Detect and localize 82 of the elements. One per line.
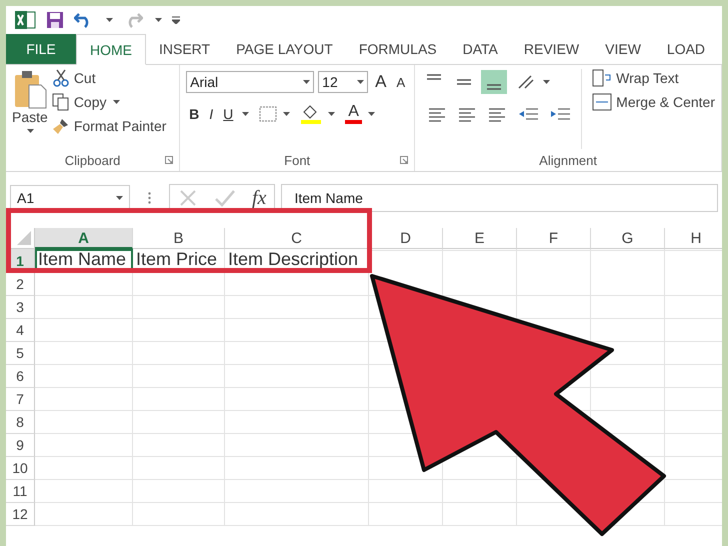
align-lines-icon (426, 74, 442, 80)
name-box[interactable]: A1 (10, 185, 130, 211)
column-header[interactable]: D (369, 228, 443, 249)
dialog-launcher-icon[interactable] (165, 156, 174, 164)
font-name-combo[interactable]: Arial (186, 71, 314, 93)
column-header[interactable]: E (443, 228, 517, 249)
ribbon-tab[interactable]: LOAD (654, 34, 718, 64)
row-header[interactable]: 8 (6, 411, 35, 434)
row-header[interactable]: 9 (6, 434, 35, 457)
save-icon[interactable] (46, 11, 64, 29)
font-color-button[interactable]: A (345, 104, 362, 124)
row-header[interactable]: 5 (6, 342, 35, 365)
caret-icon[interactable] (357, 80, 364, 84)
excel-logo-icon[interactable] (14, 10, 36, 30)
row-header[interactable]: 7 (6, 388, 35, 411)
group-label: Alignment (539, 152, 597, 168)
caret-icon[interactable] (106, 18, 113, 22)
horizontal-align-icon[interactable] (427, 106, 448, 122)
align-lines-icon (456, 79, 472, 85)
underline-button[interactable]: U (220, 106, 236, 122)
more-options-icon[interactable] (148, 192, 151, 204)
clipboard-icon (12, 69, 47, 109)
caret-icon[interactable] (116, 196, 123, 200)
bold-button[interactable]: B (186, 106, 202, 122)
row-header[interactable]: 12 (6, 503, 35, 526)
wrap-text-button[interactable]: Wrap Text (592, 69, 715, 87)
column-header[interactable]: A (35, 228, 133, 249)
group-label: Clipboard (64, 152, 120, 168)
insert-function-button[interactable]: fx (252, 186, 266, 210)
horizontal-align-icon[interactable] (487, 106, 508, 122)
caret-icon[interactable] (242, 112, 250, 116)
file-tab[interactable]: FILE (6, 34, 76, 64)
ribbon-tab[interactable]: PAGE LAYOUT (223, 34, 346, 64)
decrease-indent-icon[interactable] (517, 106, 540, 122)
shrink-font-button[interactable]: A (394, 74, 408, 90)
cut-button[interactable]: Cut (52, 69, 166, 87)
caret-icon[interactable] (368, 112, 375, 116)
fill-color-icon[interactable] (300, 104, 322, 124)
wrap-text-icon (592, 69, 612, 87)
ribbon-tab[interactable]: INSERT (146, 34, 224, 64)
column-header[interactable]: F (517, 228, 591, 249)
align-lines-icon (486, 84, 502, 90)
row-header[interactable]: 3 (6, 296, 35, 319)
caret-icon[interactable] (112, 100, 120, 104)
ribbon-tab[interactable]: FORMULAS (346, 34, 450, 64)
caret-icon[interactable] (303, 80, 310, 84)
grow-font-button[interactable]: A (372, 72, 390, 92)
italic-button[interactable]: I (206, 106, 216, 122)
brush-icon (52, 117, 70, 135)
dialog-launcher-icon[interactable] (400, 156, 408, 164)
scissors-icon (52, 69, 70, 87)
copy-icon (52, 93, 70, 111)
caret-icon[interactable] (328, 112, 336, 116)
increase-indent-icon[interactable] (549, 106, 572, 122)
row-header[interactable]: 10 (6, 457, 35, 480)
caret-icon[interactable] (27, 129, 34, 133)
ribbon-tab[interactable]: REVIEW (510, 34, 592, 64)
column-header[interactable]: G (591, 228, 665, 249)
row-header[interactable]: 4 (6, 319, 35, 342)
borders-icon[interactable] (259, 106, 278, 122)
merge-center-button[interactable]: Merge & Center (592, 93, 715, 111)
font-size-combo[interactable]: 12 (318, 71, 368, 93)
customize-toolbar-icon[interactable] (172, 16, 180, 24)
paste-button[interactable]: Paste (12, 69, 48, 125)
caret-icon[interactable] (543, 80, 550, 84)
column-header[interactable]: H (665, 228, 722, 249)
row-header[interactable]: 6 (6, 365, 35, 388)
merge-cells-icon (592, 93, 612, 111)
ribbon-tab[interactable]: HOME (76, 34, 146, 65)
group-label: Font (284, 152, 310, 168)
row-header[interactable]: 2 (6, 273, 35, 296)
format-painter-button[interactable]: Format Painter (52, 117, 166, 135)
vertical-align-button[interactable] (481, 70, 508, 94)
caret-icon[interactable] (155, 18, 162, 22)
row-header[interactable]: 11 (6, 480, 35, 503)
ribbon-tab[interactable]: DATA (450, 34, 511, 64)
horizontal-align-icon[interactable] (457, 106, 478, 122)
caret-icon[interactable] (283, 112, 290, 116)
check-icon[interactable] (214, 188, 236, 208)
formula-input[interactable]: Item Name (281, 184, 718, 212)
copy-button[interactable]: Copy (52, 93, 106, 111)
ribbon-tab[interactable]: VIEW (592, 34, 654, 64)
